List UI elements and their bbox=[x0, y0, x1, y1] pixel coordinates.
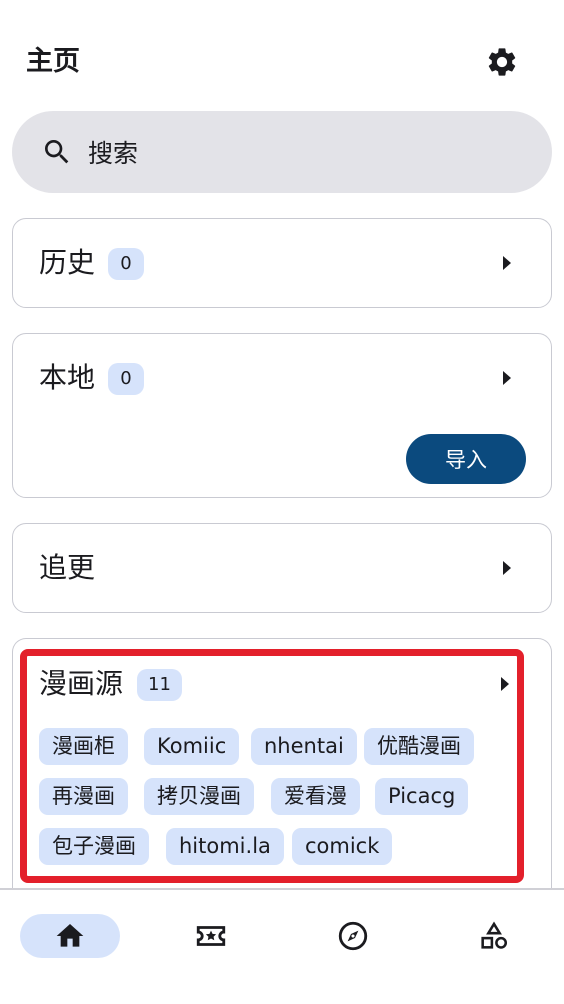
history-title: 历史 bbox=[39, 246, 96, 279]
follow-updates-card[interactable]: 追更 bbox=[12, 523, 552, 613]
source-tag[interactable]: 包子漫画 bbox=[39, 828, 149, 865]
arrow-right-icon[interactable] bbox=[495, 251, 519, 275]
comic-sources-title: 漫画源 bbox=[39, 667, 124, 700]
page-title: 主页 bbox=[26, 46, 80, 77]
history-count-badge: 0 bbox=[108, 248, 144, 280]
settings-button[interactable] bbox=[480, 40, 524, 84]
nav-explore[interactable] bbox=[303, 914, 403, 958]
comic-sources-count-badge: 11 bbox=[137, 669, 182, 701]
source-tag[interactable]: 漫画柜 bbox=[39, 728, 128, 765]
arrow-right-icon[interactable] bbox=[495, 366, 519, 390]
comic-sources-card[interactable]: 漫画源 11 漫画柜 Komiic nhentai 优酷漫画 再漫画 拷贝漫画 … bbox=[12, 638, 552, 898]
source-tag[interactable]: Picacg bbox=[375, 778, 469, 815]
search-icon bbox=[40, 135, 74, 169]
arrow-right-icon[interactable] bbox=[493, 672, 517, 696]
local-count-badge: 0 bbox=[108, 363, 144, 395]
explore-icon bbox=[338, 921, 368, 951]
source-tag[interactable]: 拷贝漫画 bbox=[144, 778, 254, 815]
nav-home[interactable] bbox=[20, 914, 120, 958]
source-tag[interactable]: comick bbox=[292, 828, 393, 865]
nav-categories[interactable] bbox=[444, 914, 544, 958]
home-icon bbox=[56, 924, 84, 947]
search-bar[interactable]: 搜索 bbox=[12, 111, 552, 193]
gear-icon bbox=[488, 48, 516, 76]
nav-favorites[interactable] bbox=[161, 914, 261, 958]
source-tag[interactable]: hitomi.la bbox=[166, 828, 284, 865]
categories-icon bbox=[481, 921, 508, 949]
import-button[interactable]: 导入 bbox=[406, 434, 526, 484]
arrow-right-icon[interactable] bbox=[495, 556, 519, 580]
source-tag[interactable]: nhentai bbox=[251, 728, 357, 765]
source-tag[interactable]: Komiic bbox=[144, 728, 240, 765]
source-tag[interactable]: 爱看漫 bbox=[271, 778, 360, 815]
search-label: 搜索 bbox=[88, 139, 139, 168]
follow-updates-title: 追更 bbox=[39, 551, 96, 584]
source-tag[interactable]: 优酷漫画 bbox=[364, 728, 474, 765]
local-card[interactable]: 本地 0 导入 bbox=[12, 333, 552, 498]
local-title: 本地 bbox=[39, 361, 96, 394]
history-card[interactable]: 历史 0 bbox=[12, 218, 552, 308]
bottom-navigation bbox=[0, 890, 564, 1004]
favorites-icon bbox=[196, 926, 226, 946]
source-tag[interactable]: 再漫画 bbox=[39, 778, 128, 815]
